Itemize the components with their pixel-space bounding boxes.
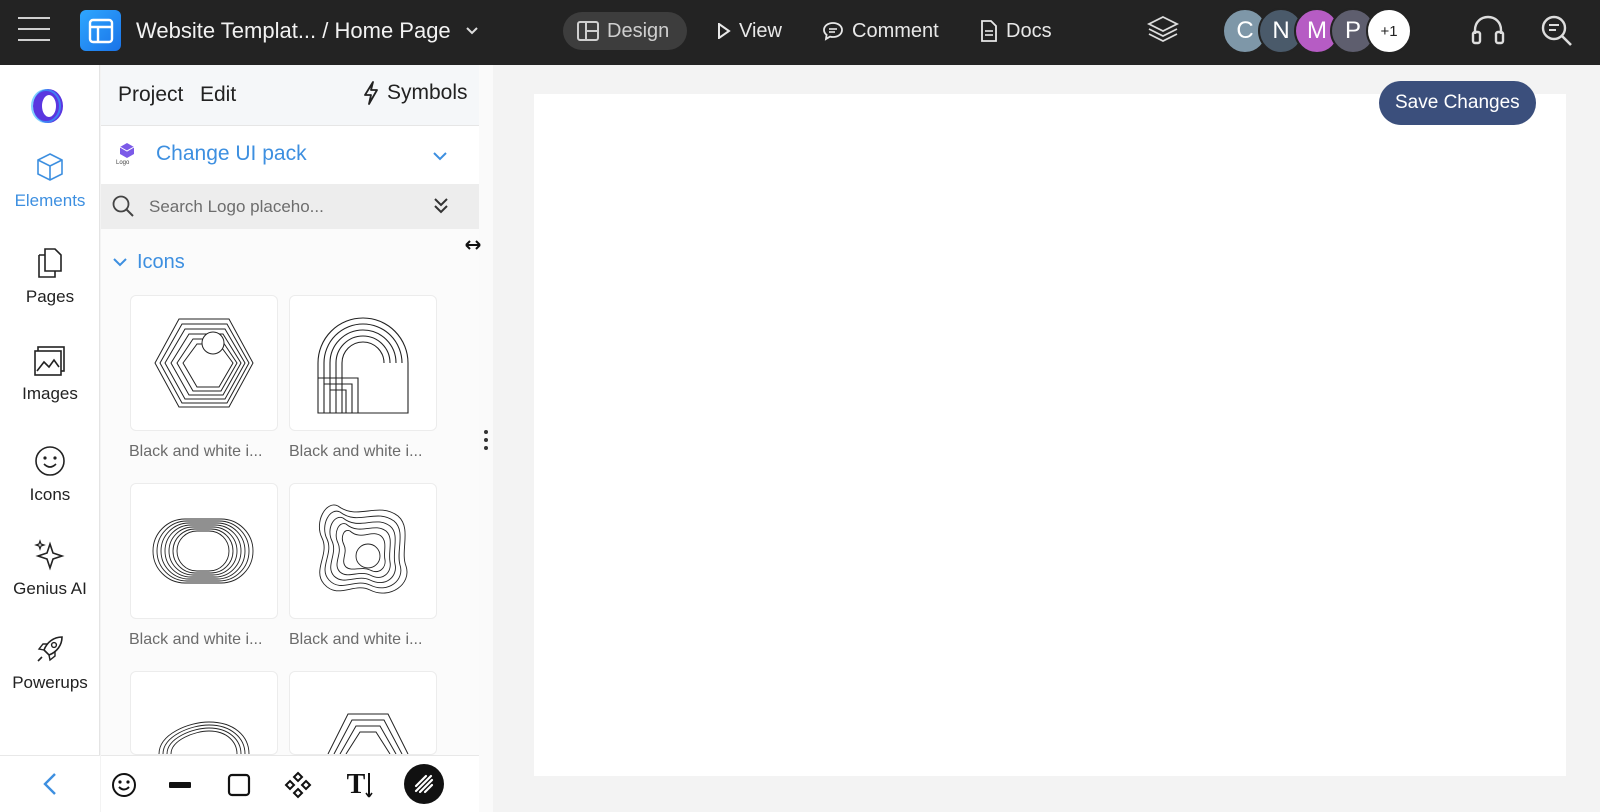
- design-canvas[interactable]: [534, 94, 1566, 776]
- pages-icon: [38, 248, 62, 278]
- concentric-arch-icon: [317, 317, 409, 414]
- top-bar: Website Templat... / Home Page Design Vi…: [0, 0, 1600, 65]
- component-icon: [284, 771, 312, 799]
- concentric-hexagon-icon: [154, 318, 254, 408]
- tab-view-label: View: [739, 19, 782, 42]
- layout-icon: [577, 21, 599, 41]
- concentric-hexagon-arch-icon: [327, 713, 409, 754]
- rail-item-label: Icons: [29, 485, 71, 504]
- brand-logo-icon: [31, 89, 63, 123]
- icon-card[interactable]: [130, 295, 278, 431]
- tab-design-label: Design: [607, 19, 670, 42]
- tab-project[interactable]: Project: [118, 83, 183, 107]
- rectangle-tool[interactable]: [222, 768, 256, 802]
- rail-item-label: Powerups: [12, 673, 88, 692]
- rail-item-label: Genius AI: [13, 579, 87, 598]
- draw-tool[interactable]: [404, 764, 444, 804]
- chevron-down-icon: [113, 258, 127, 267]
- search-icon: [112, 195, 134, 217]
- project-title[interactable]: Website Templat... / Home Page: [136, 18, 451, 44]
- layers-icon[interactable]: [1146, 14, 1180, 46]
- rail-item-label: Elements: [14, 191, 86, 210]
- text-tool[interactable]: T: [340, 768, 380, 802]
- more-collaborators-badge[interactable]: +1: [1366, 8, 1412, 54]
- ui-pack-logo-text: Logo: [116, 160, 130, 166]
- smiley-icon: [112, 773, 136, 797]
- search-list-icon[interactable]: [1540, 14, 1574, 48]
- tab-design[interactable]: Design: [563, 12, 687, 50]
- rail-item-pages[interactable]: Pages: [0, 247, 100, 307]
- icon-card[interactable]: [289, 295, 437, 431]
- symbols-button[interactable]: Symbols: [363, 81, 468, 105]
- double-chevron-down-icon[interactable]: [434, 198, 448, 214]
- sparkle-icon: [34, 539, 65, 571]
- resize-horizontal-icon[interactable]: [465, 238, 481, 252]
- section-icons-toggle[interactable]: Icons: [113, 251, 185, 274]
- save-changes-button[interactable]: Save Changes: [1379, 81, 1536, 125]
- rail-item-elements[interactable]: Elements: [0, 151, 100, 211]
- left-rail: Elements Pages Images Icons Genius AI Po…: [0, 65, 100, 812]
- symbols-label: Symbols: [387, 81, 468, 104]
- tab-docs-label: Docs: [1006, 19, 1052, 42]
- panel-header: Project Edit Symbols: [101, 65, 479, 126]
- quick-tools-bar: T: [101, 755, 479, 812]
- section-title: Icons: [137, 251, 185, 273]
- cube-icon: [37, 153, 63, 181]
- tab-comment[interactable]: Comment: [808, 12, 953, 50]
- tab-comment-label: Comment: [852, 19, 939, 42]
- line-tool[interactable]: [163, 768, 197, 802]
- doc-icon: [981, 20, 997, 42]
- tab-view[interactable]: View: [703, 12, 796, 50]
- rail-item-icons[interactable]: Icons: [0, 445, 100, 505]
- scribble-icon: [414, 774, 434, 794]
- tab-docs[interactable]: Docs: [966, 12, 1066, 50]
- icon-card-caption: Black and white i...: [129, 631, 263, 648]
- icon-card[interactable]: [289, 483, 437, 619]
- ui-pack-label: Change UI pack: [156, 142, 307, 165]
- line-icon: [169, 782, 191, 788]
- rail-item-label: Images: [22, 384, 78, 403]
- app-logo-icon[interactable]: [80, 10, 121, 51]
- concentric-shape-icon: [158, 721, 250, 754]
- icon-card[interactable]: [289, 671, 437, 755]
- menu-icon[interactable]: [18, 17, 50, 45]
- chevron-left-icon[interactable]: [42, 772, 58, 796]
- emoji-tool[interactable]: [107, 768, 141, 802]
- rectangle-icon: [227, 773, 251, 797]
- text-cursor-icon: [365, 773, 373, 798]
- comment-icon: [823, 22, 843, 41]
- rail-item-genius-ai[interactable]: Genius AI: [0, 539, 100, 599]
- rocket-icon: [37, 636, 63, 662]
- image-icon: [34, 346, 65, 376]
- component-tool[interactable]: [281, 768, 315, 802]
- text-tool-glyph: T: [346, 769, 366, 800]
- play-icon: [718, 23, 731, 39]
- headset-icon[interactable]: [1470, 14, 1506, 46]
- concentric-blob-icon: [318, 504, 408, 594]
- concentric-pill-icon: [152, 518, 254, 584]
- chevron-down-icon[interactable]: [466, 27, 478, 35]
- rail-item-images[interactable]: Images: [0, 344, 100, 404]
- tab-edit[interactable]: Edit: [200, 83, 236, 107]
- rail-item-powerups[interactable]: Powerups: [0, 633, 100, 693]
- icon-card[interactable]: [130, 671, 278, 755]
- icon-card-caption: Black and white i...: [129, 443, 263, 460]
- rail-footer: [0, 755, 100, 812]
- more-options-icon[interactable]: [484, 430, 488, 450]
- chevron-down-icon[interactable]: [433, 152, 447, 161]
- smiley-icon: [35, 446, 65, 476]
- search-input[interactable]: [149, 192, 419, 222]
- icon-card-caption: Black and white i...: [289, 631, 423, 648]
- icon-card-caption: Black and white i...: [289, 443, 423, 460]
- icon-card[interactable]: [130, 483, 278, 619]
- rail-item-label: Pages: [25, 287, 75, 306]
- lightning-icon: [364, 81, 378, 105]
- elements-panel: Project Edit Symbols Logo Change UI pack…: [101, 65, 479, 812]
- change-ui-pack[interactable]: Logo Change UI pack: [101, 126, 479, 184]
- search-bar: [101, 184, 479, 229]
